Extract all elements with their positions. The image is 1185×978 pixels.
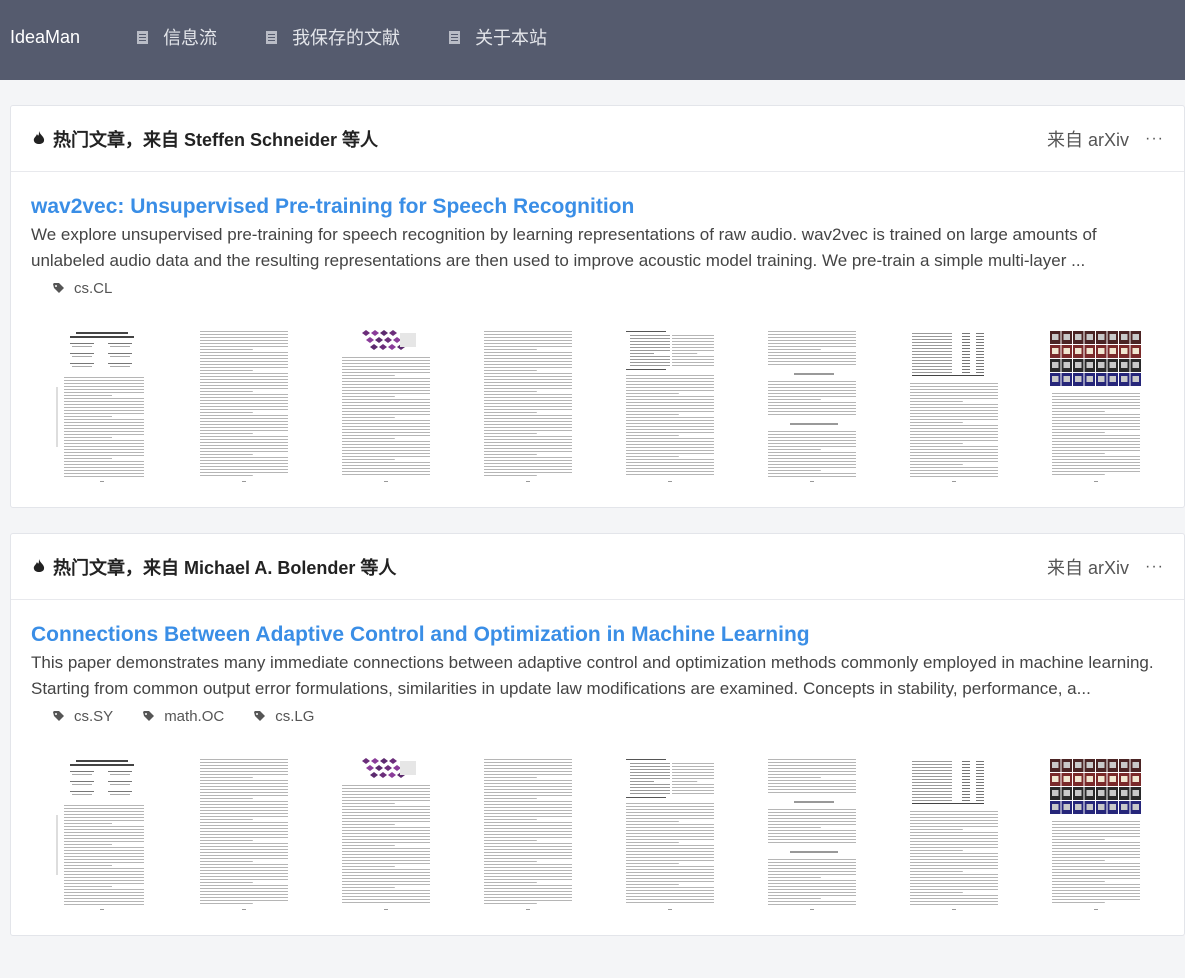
paper-abstract: This paper demonstrates many immediate c… [31,653,1154,698]
tag-label: math.OC [164,708,225,725]
page-preview-graphic [338,755,434,915]
tag-icon [53,711,64,721]
card-header-title: 热门文章，来自 Michael A. Bolender 等人 [53,557,397,578]
nav-item-about[interactable]: 关于本站 [448,24,547,50]
tag-icon [53,283,64,293]
page-thumbnail[interactable] [622,327,718,487]
page-preview-graphic [906,755,1002,915]
tag-label: cs.SY [74,708,114,725]
page-preview-graphic [480,327,576,487]
nav-item-label: 信息流 [163,28,218,48]
paper-card: 热门文章，来自 Steffen Schneider 等人 来自 arXiv ··… [10,105,1185,508]
nav-item-saved[interactable]: 我保存的文献 [265,24,400,50]
nav-item-label: 我保存的文献 [292,28,401,48]
brand-logo[interactable]: IdeaMan [10,27,80,48]
document-icon [137,30,149,44]
nav-item-label: 关于本站 [475,28,548,48]
page-preview-graphic [54,755,150,915]
page-preview-graphic [764,327,860,487]
tag-item[interactable]: cs.LG [254,708,314,725]
card-body: Connections Between Adaptive Control and… [11,600,1184,935]
page-thumbnail[interactable] [906,327,1002,487]
tag-item[interactable]: cs.CL [53,280,112,297]
flame-icon [33,131,45,144]
page-preview-graphic [480,755,576,915]
tag-icon [143,711,155,721]
page-thumbnail[interactable] [338,755,434,915]
more-options-button[interactable]: ··· [1145,130,1164,148]
paper-abstract: We explore unsupervised pre-training for… [31,225,1097,270]
tag-item[interactable]: math.OC [143,708,224,725]
card-header: 热门文章，来自 Steffen Schneider 等人 来自 arXiv ··… [11,106,1184,172]
page-preview-graphic [196,755,292,915]
page-thumbnail[interactable] [480,327,576,487]
document-icon [266,30,278,44]
document-icon [449,30,461,44]
page-preview-graphic [54,327,150,487]
page-preview-graphic [622,327,718,487]
page-thumbnail[interactable] [338,327,434,487]
tag-icon [254,711,266,721]
paper-card: 热门文章，来自 Michael A. Bolender 等人 来自 arXiv … [10,533,1185,936]
page-thumbnail[interactable] [1048,755,1144,915]
page-preview-graphic [1048,327,1144,487]
page-thumbnails [31,327,1164,487]
card-header: 热门文章，来自 Michael A. Bolender 等人 来自 arXiv … [11,534,1184,600]
page-thumbnail[interactable] [906,755,1002,915]
more-options-button[interactable]: ··· [1145,558,1164,576]
feed: 热门文章，来自 Steffen Schneider 等人 来自 arXiv ··… [0,80,1185,936]
page-thumbnail[interactable] [764,755,860,915]
paper-title-link[interactable]: wav2vec: Unsupervised Pre-training for S… [31,194,634,220]
page-preview-graphic [764,755,860,915]
page-thumbnail[interactable] [622,755,718,915]
tag-label: cs.CL [74,280,113,297]
page-thumbnail[interactable] [196,755,292,915]
page-preview-graphic [1048,755,1144,915]
page-thumbnail[interactable] [54,327,150,487]
tag-label: cs.LG [275,708,315,725]
tag-item[interactable]: cs.SY [53,708,113,725]
page-preview-graphic [906,327,1002,487]
page-thumbnail[interactable] [1048,327,1144,487]
page-thumbnail[interactable] [54,755,150,915]
paper-title-link[interactable]: Connections Between Adaptive Control and… [31,622,810,648]
source-label: 来自 arXiv [1047,557,1130,578]
card-body: wav2vec: Unsupervised Pre-training for S… [11,172,1184,507]
page-thumbnail[interactable] [480,755,576,915]
page-thumbnails [31,755,1164,915]
page-preview-graphic [338,327,434,487]
flame-icon [33,559,45,572]
card-header-title: 热门文章，来自 Steffen Schneider 等人 [53,129,379,150]
page-thumbnail[interactable] [764,327,860,487]
nav-item-feed[interactable]: 信息流 [136,24,217,50]
tag-list: cs.CL [31,280,1164,297]
source-label: 来自 arXiv [1047,129,1130,150]
tag-list: cs.SY math.OC cs.LG [31,708,1164,725]
page-preview-graphic [196,327,292,487]
page-preview-graphic [622,755,718,915]
top-navbar: IdeaMan 信息流 我保存的文献 关于本站 [0,0,1185,80]
page-thumbnail[interactable] [196,327,292,487]
